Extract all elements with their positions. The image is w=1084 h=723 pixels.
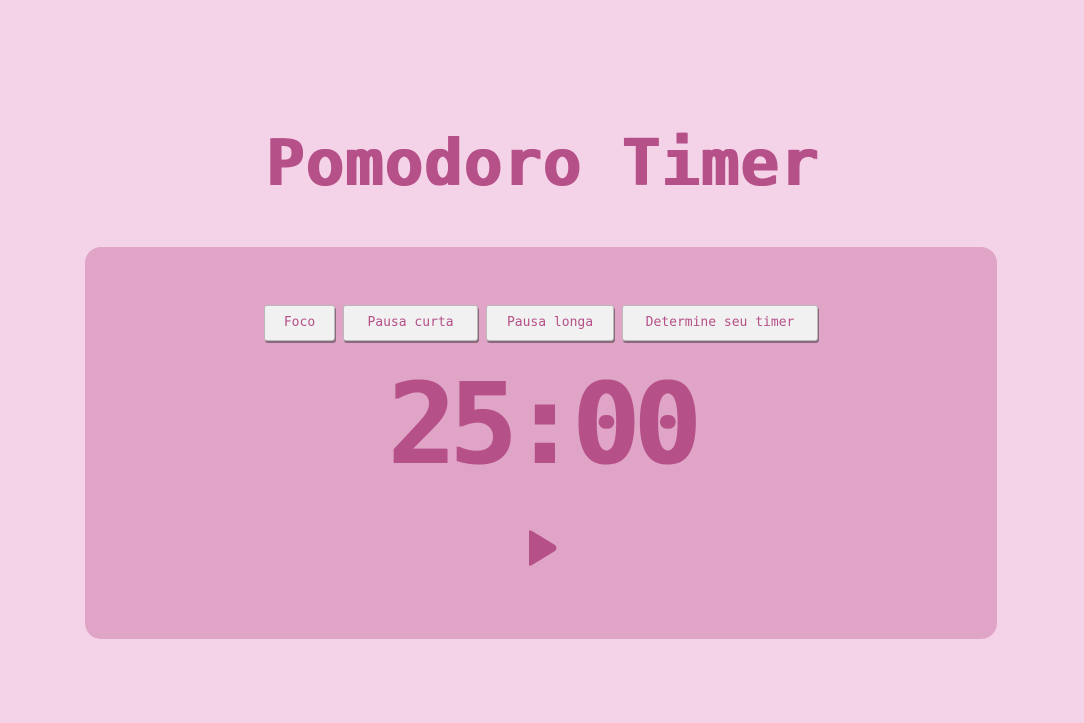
play-button[interactable] [525, 529, 559, 567]
timer-display: 25:00 [387, 360, 700, 490]
tab-foco[interactable]: Foco [264, 305, 335, 341]
tab-pausa-curta[interactable]: Pausa curta [343, 305, 478, 341]
timer-panel: Foco Pausa curta Pausa longa Determine s… [85, 247, 997, 639]
tab-custom-timer[interactable]: Determine seu timer [622, 305, 818, 341]
page-title: Pomodoro Timer [265, 126, 819, 201]
play-icon [529, 530, 557, 566]
tab-pausa-longa[interactable]: Pausa longa [486, 305, 614, 341]
mode-tabs: Foco Pausa curta Pausa longa Determine s… [85, 305, 997, 341]
